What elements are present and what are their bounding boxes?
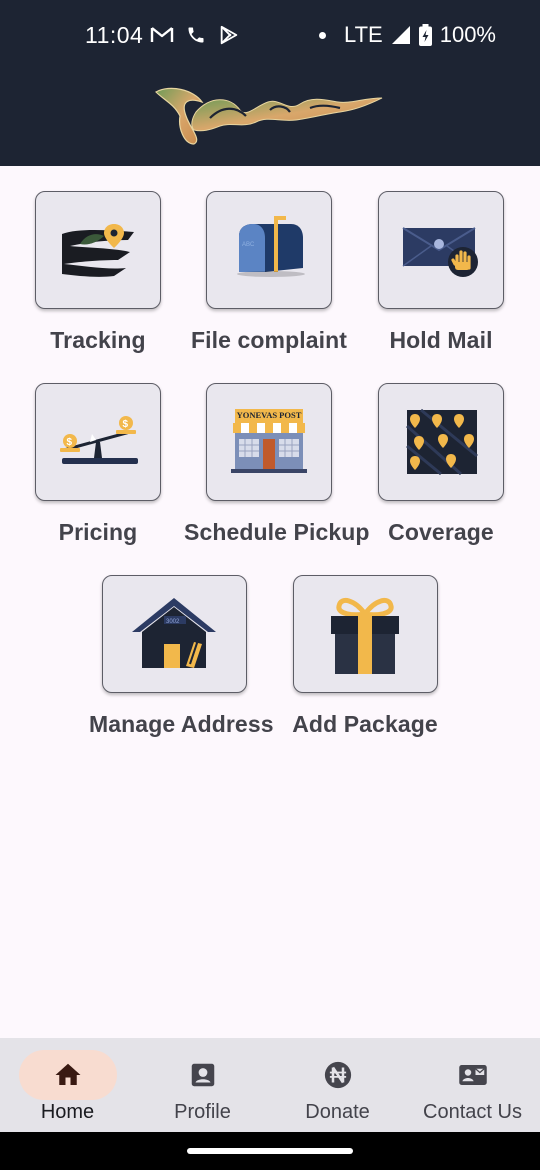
- bottom-navigation: Home Profile Donate Contact Us: [0, 1038, 540, 1132]
- svg-text:ABC: ABC: [242, 242, 255, 248]
- status-time: 11:04: [85, 22, 144, 48]
- gift-icon: [331, 597, 399, 674]
- nav-label-profile: Profile: [174, 1101, 231, 1123]
- scale-icon: $ $: [60, 416, 138, 464]
- nav-label-home: Home: [40, 1101, 95, 1123]
- tile-coverage[interactable]: Coverage: [356, 383, 526, 546]
- coverage-button[interactable]: [378, 383, 504, 501]
- map-pins-icon: [406, 408, 478, 476]
- tile-label-file-complaint: File complaint: [190, 327, 348, 353]
- app-header: 11:04 LTE 100%: [0, 0, 540, 166]
- nav-home[interactable]: Home: [0, 1038, 135, 1132]
- svg-text:3002: 3002: [166, 619, 180, 625]
- tile-label-hold-mail: Hold Mail: [389, 327, 493, 353]
- mailbox-icon: ABC: [237, 216, 305, 277]
- tracking-button[interactable]: [35, 191, 161, 309]
- nav-label-donate: Donate: [305, 1101, 370, 1123]
- play-store-icon: [220, 25, 238, 45]
- status-bar: 11:04 LTE 100%: [0, 0, 540, 70]
- tile-schedule-pickup[interactable]: YONEVAS POST Schedule Pickup: [184, 383, 370, 546]
- nav-contact-us[interactable]: Contact Us: [405, 1038, 540, 1132]
- contact-card-icon: [458, 1065, 487, 1085]
- hold-mail-icon: [402, 227, 478, 277]
- tile-add-package[interactable]: Add Package: [280, 575, 450, 738]
- nav-donate[interactable]: Donate: [270, 1038, 405, 1132]
- tile-hold-mail[interactable]: Hold Mail: [356, 191, 526, 354]
- add-package-button[interactable]: [292, 575, 438, 693]
- tile-label-coverage: Coverage: [388, 519, 494, 545]
- post-office-icon: YONEVAS POST: [231, 409, 307, 473]
- tile-label-tracking: Tracking: [50, 327, 146, 353]
- battery-icon: [418, 24, 432, 46]
- system-icons: LTE 100%: [319, 22, 496, 48]
- tile-manage-address[interactable]: 3002 Manage Address: [89, 575, 274, 738]
- tile-tracking[interactable]: Tracking: [13, 191, 183, 354]
- home-gesture-handle[interactable]: [187, 1148, 353, 1154]
- file-complaint-button[interactable]: ABC: [206, 191, 332, 309]
- nav-label-contact-us: Contact Us: [423, 1101, 522, 1123]
- notification-icons: [150, 22, 240, 48]
- hold-mail-button[interactable]: [378, 191, 504, 309]
- house-icon: 3002: [132, 598, 216, 668]
- tile-pricing[interactable]: $ $ Pricing: [13, 383, 183, 546]
- tile-label-add-package: Add Package: [292, 711, 438, 737]
- nav-profile[interactable]: Profile: [135, 1038, 270, 1132]
- battery-percent: 100%: [439, 22, 496, 47]
- manage-address-button[interactable]: 3002: [101, 575, 247, 693]
- profile-icon: [191, 1063, 214, 1087]
- pricing-button[interactable]: $ $: [35, 383, 161, 501]
- phone-icon: [188, 27, 204, 43]
- tile-label-pricing: Pricing: [58, 519, 138, 545]
- schedule-pickup-button[interactable]: YONEVAS POST: [206, 383, 332, 501]
- signal-icon: [391, 26, 410, 44]
- express-logo: [155, 87, 383, 145]
- naira-icon: [324, 1061, 351, 1089]
- svg-text:$: $: [123, 419, 129, 430]
- tracking-icon: [62, 224, 134, 277]
- dot-icon: [319, 31, 326, 39]
- tile-label-schedule-pickup: Schedule Pickup: [184, 519, 370, 545]
- network-type: LTE: [344, 22, 383, 47]
- svg-text:$: $: [67, 437, 73, 448]
- tile-label-manage-address: Manage Address: [89, 711, 274, 737]
- system-gesture-bar: [0, 1132, 540, 1170]
- home-icon: [55, 1063, 80, 1085]
- gmail-icon: [150, 27, 174, 42]
- tile-file-complaint[interactable]: ABC File complaint: [184, 191, 354, 354]
- post-office-sign: YONEVAS POST: [237, 410, 302, 420]
